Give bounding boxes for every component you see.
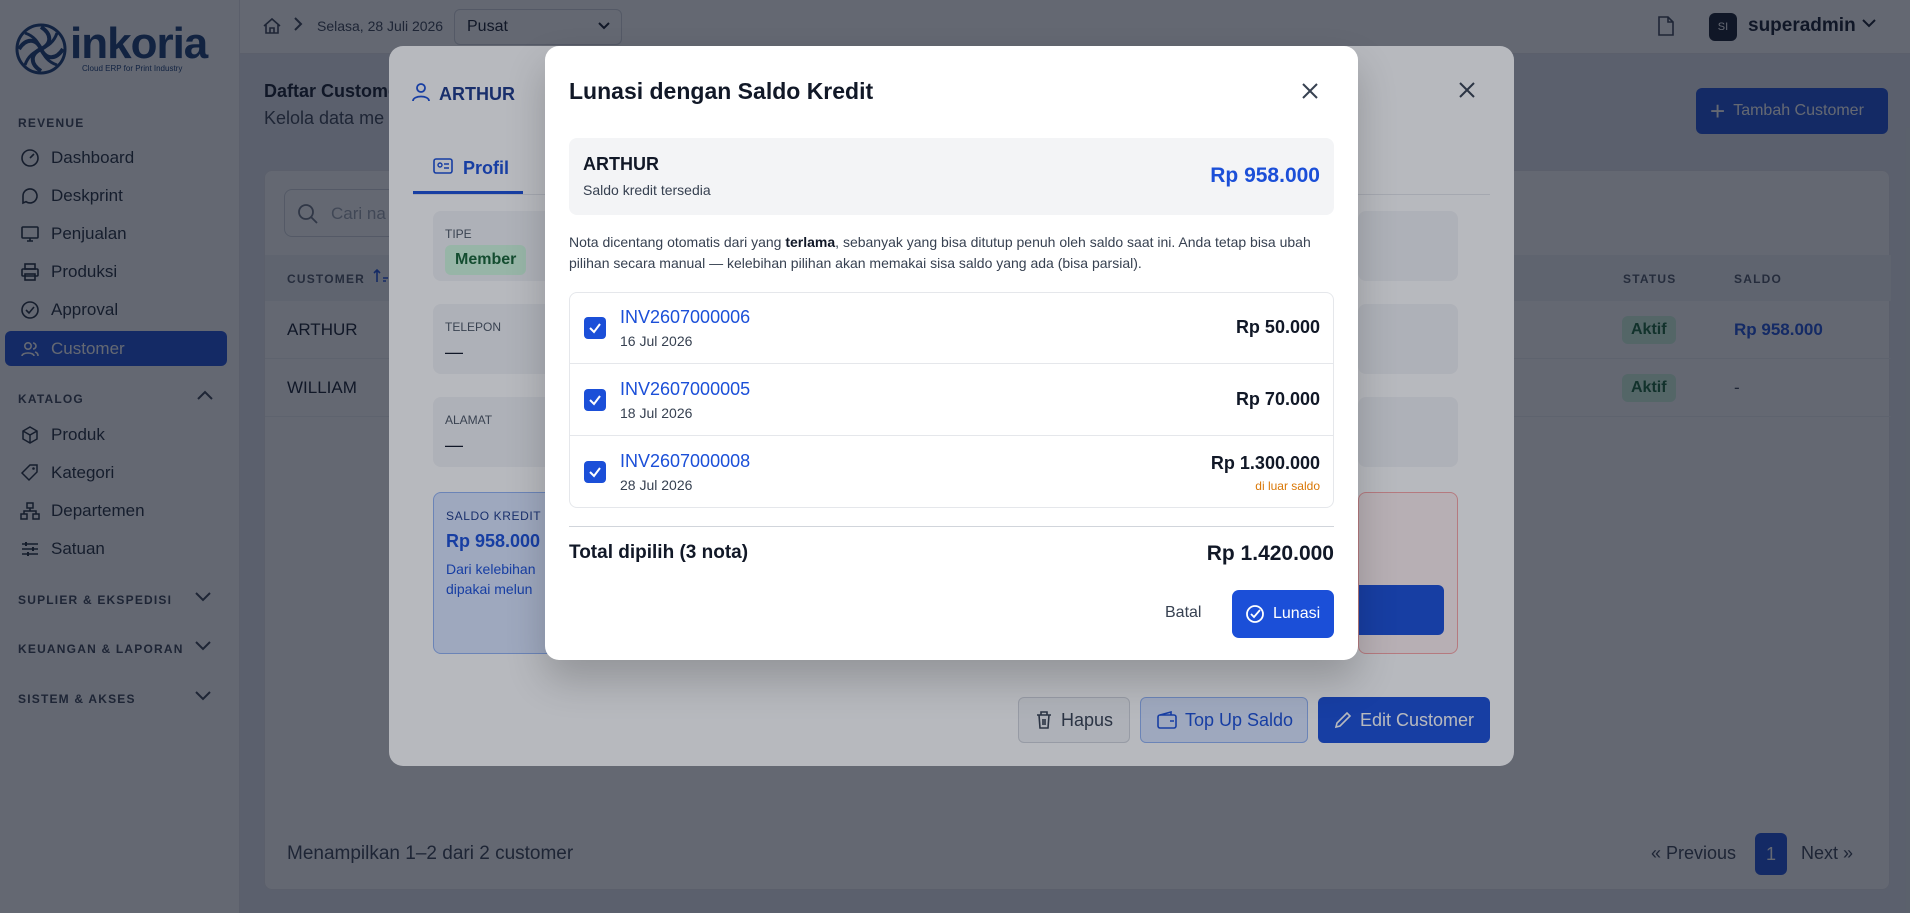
- close-icon[interactable]: [1301, 76, 1319, 107]
- modal-title: Lunasi dengan Saldo Kredit: [569, 78, 874, 104]
- invoice-date: 18 Jul 2026: [620, 405, 693, 421]
- invoice-list: INV2607000006 16 Jul 2026 Rp 50.000 INV2…: [569, 292, 1334, 508]
- invoice-amount: Rp 50.000: [1235, 317, 1320, 337]
- invoice-checkbox[interactable]: [584, 317, 606, 339]
- list-item[interactable]: INV2607000008 28 Jul 2026 Rp 1.300.000 d…: [570, 437, 1333, 508]
- invoice-number[interactable]: INV2607000006: [620, 307, 750, 328]
- invoice-date: 16 Jul 2026: [620, 333, 693, 349]
- invoice-amount: Rp 70.000: [1235, 389, 1320, 409]
- invoice-number[interactable]: INV2607000005: [620, 379, 750, 400]
- pay-credit-modal: Lunasi dengan Saldo Kredit ARTHUR Saldo …: [545, 46, 1358, 660]
- check-icon: [589, 323, 601, 334]
- selection-note: Nota dicentang otomatis dari yang terlam…: [569, 232, 1339, 274]
- total-divider: [569, 526, 1334, 527]
- cancel-button[interactable]: Batal: [1165, 604, 1201, 622]
- check-icon: [589, 467, 601, 478]
- note-emphasis: terlama: [785, 234, 836, 250]
- total-label: Total dipilih (3 nota): [569, 542, 749, 563]
- credit-balance-panel: ARTHUR Saldo kredit tersedia Rp 958.000: [569, 138, 1334, 215]
- invoice-date: 28 Jul 2026: [620, 477, 693, 493]
- lunasi-label: Lunasi: [1273, 605, 1321, 622]
- lunasi-button[interactable]: Lunasi: [1232, 590, 1334, 638]
- customer-name: ARTHUR: [583, 154, 659, 174]
- invoice-amount: Rp 1.300.000: [1210, 453, 1320, 473]
- note-text: Nota dicentang otomatis dari yang: [569, 234, 786, 250]
- invoice-checkbox[interactable]: [584, 461, 606, 483]
- list-item[interactable]: INV2607000006 16 Jul 2026 Rp 50.000: [570, 293, 1333, 364]
- check-icon: [589, 395, 601, 406]
- invoice-number[interactable]: INV2607000008: [620, 451, 750, 472]
- balance-label: Saldo kredit tersedia: [583, 182, 711, 198]
- check-circle-icon: [1245, 604, 1265, 624]
- list-item[interactable]: INV2607000005 18 Jul 2026 Rp 70.000: [570, 365, 1333, 436]
- over-balance-warning: di luar saldo: [1255, 479, 1320, 493]
- invoice-checkbox[interactable]: [584, 389, 606, 411]
- total-amount: Rp 1.420.000: [1206, 542, 1334, 565]
- balance-amount: Rp 958.000: [1210, 164, 1320, 187]
